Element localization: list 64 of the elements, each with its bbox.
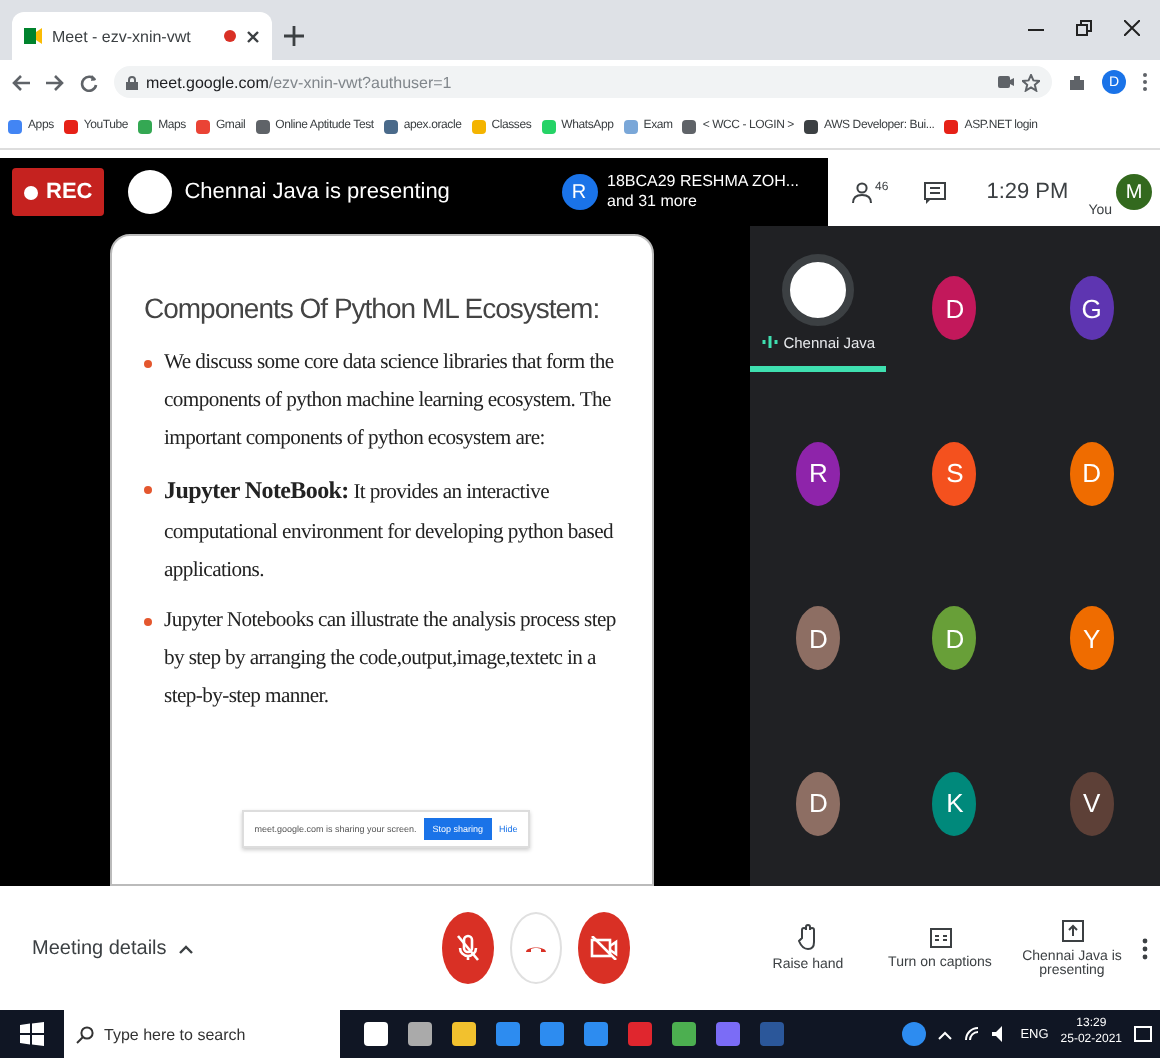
close-icon[interactable]: [1124, 20, 1140, 36]
phone-icon: [524, 942, 548, 954]
network-icon[interactable]: [964, 1026, 981, 1042]
chat-icon[interactable]: [924, 181, 947, 203]
bullet-text: Jupyter Notebooks can illustrate the analysis process step by step by arranging the code,output,image,textetc in a step-by-step manner.: [164, 607, 618, 713]
people-icon: [851, 181, 876, 203]
bullet-text: Jupyter NoteBook: It provides an interactive computational environment for developing python based applications.: [164, 474, 616, 586]
present-icon: [1061, 919, 1083, 941]
captions-icon: [929, 927, 951, 947]
windows-icon[interactable]: [20, 1022, 44, 1046]
camera-off-icon: [590, 936, 618, 960]
participant-avatar: D: [932, 276, 977, 341]
more-icon[interactable]: [1142, 937, 1148, 959]
participant-avatar: S: [932, 441, 977, 506]
participant-more: and 31 more: [607, 192, 699, 213]
chevron-up-icon[interactable]: [938, 1029, 953, 1039]
new-tab-icon[interactable]: [284, 26, 304, 46]
close-icon[interactable]: [246, 29, 260, 43]
participant-avatar: D: [932, 606, 977, 671]
search-icon: [76, 1025, 94, 1043]
chevron-up-icon: [178, 943, 195, 953]
presenter-label: Chennai Java is presenting: [184, 180, 450, 204]
presenter-avatar: [128, 170, 173, 214]
address-bar[interactable]: meet.google.com/ezv-xnin-vwt?authuser=1: [114, 66, 1052, 98]
participant-avatar: D: [796, 771, 841, 836]
participant-avatar: R: [796, 441, 841, 506]
microphone-button[interactable]: [442, 912, 494, 984]
bullet-icon: [144, 486, 152, 495]
back-icon[interactable]: [12, 73, 30, 91]
clock-text: 1:29 PM: [986, 180, 1069, 204]
recording-badge: REC: [12, 168, 105, 216]
participant-avatar: V: [1069, 771, 1114, 836]
camera-icon[interactable]: [998, 76, 1014, 88]
star-icon[interactable]: [1022, 73, 1040, 91]
help-icon[interactable]: [902, 1022, 927, 1046]
browser-tab[interactable]: Meet - ezv-xnin-vwt: [12, 12, 272, 60]
participant-avatar: K: [932, 771, 977, 836]
participant-avatar: G: [1069, 276, 1114, 341]
reload-icon[interactable]: [80, 73, 98, 91]
microphone-off-icon: [456, 934, 480, 962]
more-icon[interactable]: [1142, 72, 1148, 92]
self-avatar[interactable]: M: [1116, 174, 1152, 210]
bullet-text: We discuss some core data science libraries that form the components of python machine learning ecosystem. The important components of python ecosystem are:: [164, 350, 616, 455]
camera-button[interactable]: [578, 912, 630, 984]
notification-icon[interactable]: [1134, 1025, 1152, 1043]
restore-icon[interactable]: [1076, 20, 1092, 36]
participant-avatar: D: [1069, 441, 1114, 506]
lock-icon: [126, 75, 138, 89]
taskbar-search-field[interactable]: Type here to search: [64, 1010, 340, 1058]
meet-icon: [24, 28, 42, 44]
meeting-details-button[interactable]: Meeting details: [32, 937, 442, 959]
forward-icon[interactable]: [46, 73, 64, 91]
bullet-icon: [144, 360, 152, 368]
hand-icon: [798, 924, 818, 950]
url-text: meet.google.com/ezv-xnin-vwt?authuser=1: [146, 73, 452, 91]
participant-name: 18BCA29 RESHMA ZOH...: [607, 171, 800, 192]
app-icon[interactable]: [364, 1022, 388, 1046]
participant-avatar: R: [561, 174, 597, 210]
bullet-icon: [144, 617, 152, 626]
participant-avatar: Y: [1069, 606, 1114, 671]
puzzle-icon[interactable]: [1068, 73, 1086, 91]
participant-avatar: D: [796, 606, 841, 671]
presenter-avatar: [782, 253, 855, 326]
slide-title: Components Of Python ML Ecosystem:: [144, 292, 600, 324]
